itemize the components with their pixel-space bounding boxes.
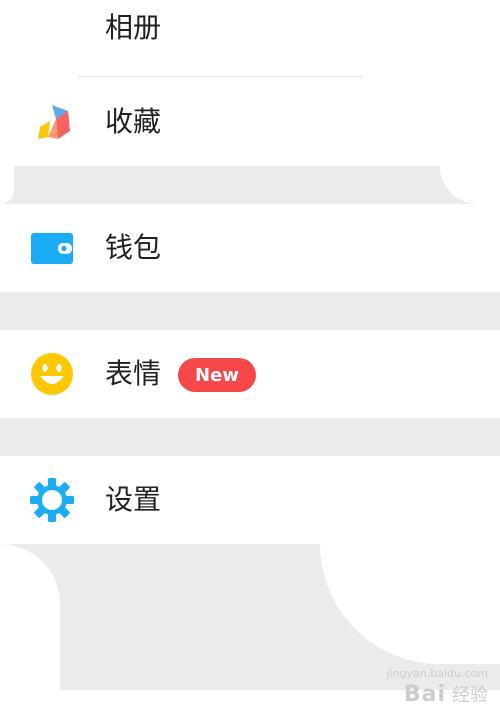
menu-item-wallet[interactable]: 钱包 [0,204,500,292]
section-separator [0,166,500,204]
menu-item-label: 设置 [105,483,162,516]
favorites-cube-icon [30,101,74,145]
gear-icon [30,478,74,522]
menu-item-album[interactable]: 相册 [0,0,500,76]
menu-item-label: 钱包 [105,231,162,264]
menu-item-label: 相册 [105,11,162,44]
menu-item-label: 表情 [105,357,162,390]
wallet-icon [30,226,74,270]
section-separator [0,418,500,456]
menu-item-favorites[interactable]: 收藏 [0,77,500,166]
smiley-face-icon [30,352,74,396]
section-separator [0,292,500,330]
menu-item-settings[interactable]: 设置 [0,456,500,544]
watermark-url: jingyan.baidu.com [386,667,488,680]
menu-item-label: 收藏 [105,105,162,138]
baidu-jingyan-watermark: jingyan.baidu.com Bai 经验 [386,667,488,707]
new-badge: New [178,358,256,392]
watermark-suffix: 经验 [452,685,488,706]
watermark-brand: Bai [403,682,446,707]
menu-item-stickers[interactable]: 表情 New [0,330,500,418]
